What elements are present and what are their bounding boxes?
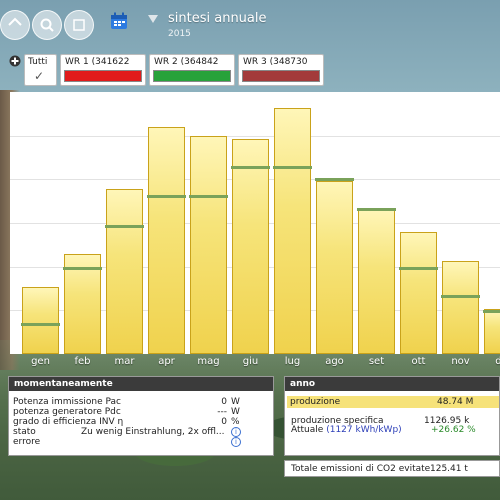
tab-all[interactable]: Tutti ✓ <box>24 54 57 86</box>
grid-line <box>10 135 500 137</box>
current-label: Attuale <box>291 425 324 435</box>
checkmark-icon: ✓ <box>34 69 45 83</box>
x-tick-label: nov <box>451 356 470 367</box>
target-line-apr <box>146 195 186 198</box>
page-title[interactable]: sintesi annuale <box>168 11 267 26</box>
search-icon <box>40 18 54 32</box>
x-tick-label: ago <box>325 356 344 367</box>
x-tick-label: lug <box>284 356 301 367</box>
home-button[interactable] <box>0 10 30 40</box>
current-line: Attuale (1127 kWh/kWp) <box>291 425 402 435</box>
bar-mag[interactable] <box>189 136 227 354</box>
bar-giu[interactable] <box>231 139 269 354</box>
row-unit: % <box>231 417 240 427</box>
bar-mar[interactable] <box>105 189 143 354</box>
year-label: 2015 <box>168 29 191 39</box>
app-root: sintesi annuale 2015 Tutti ✓ WR 1 (34162… <box>0 0 500 500</box>
target-line-nov <box>440 295 480 298</box>
search-button[interactable] <box>32 10 62 40</box>
tab-inverter-3[interactable]: WR 3 (348730 <box>238 54 324 86</box>
row-label: potenza generatore Pdc <box>13 407 121 417</box>
bar-set[interactable] <box>357 209 395 354</box>
target-line-ott <box>398 267 438 270</box>
x-tick-label: gen <box>31 356 50 367</box>
co2-label: Totale emissioni di CO2 evitate <box>291 464 431 474</box>
current-percent-value: +26.62 % <box>431 425 476 435</box>
target-line-lug <box>272 166 312 169</box>
bar-nov[interactable] <box>441 261 479 354</box>
tab-all-label: Tutti <box>28 57 48 67</box>
x-tick-label: set <box>368 356 385 367</box>
current-detail-link[interactable]: (1127 kWh/kWp) <box>326 425 401 435</box>
production-highlight-row: produzione 48.74 M <box>287 396 499 408</box>
co2-panel: Totale emissioni di CO2 evitate 125.41 t <box>284 460 500 477</box>
x-tick-label: dic <box>495 356 500 367</box>
target-line-gen <box>20 323 60 326</box>
bar-lug[interactable] <box>273 108 311 354</box>
production-chart <box>10 92 500 354</box>
bar-dic[interactable] <box>483 309 500 354</box>
bar-apr[interactable] <box>147 127 185 354</box>
info-icon[interactable]: i <box>231 427 241 437</box>
fullscreen-button[interactable] <box>64 10 94 40</box>
x-tick-label: apr <box>158 356 175 367</box>
add-icon[interactable] <box>9 55 21 67</box>
row-label: Potenza immissione Pac <box>13 397 121 407</box>
tab-inverter-label: WR 1 (341622 <box>65 57 130 67</box>
target-line-set <box>356 208 396 211</box>
row-label: stato <box>13 427 36 437</box>
bar-gen[interactable] <box>21 287 59 354</box>
year-summary-panel: anno produzione 48.74 M produzione speci… <box>284 376 500 456</box>
inverter-color-swatch <box>153 70 231 82</box>
target-line-dic <box>482 310 500 313</box>
bar-ago[interactable] <box>315 181 353 354</box>
inverter-color-swatch <box>242 70 320 82</box>
x-tick-label: mar <box>114 356 135 367</box>
target-line-ago <box>314 178 354 181</box>
tab-inverter-2[interactable]: WR 2 (364842 <box>149 54 235 86</box>
x-tick-label: feb <box>74 356 91 367</box>
production-value: 48.74 M <box>437 397 474 407</box>
target-line-mar <box>104 225 144 228</box>
chevron-down-icon[interactable] <box>147 14 159 24</box>
target-line-giu <box>230 166 270 169</box>
current-status-panel: momentaneamente Potenza immissione Pac 0… <box>8 376 274 456</box>
expand-icon <box>73 19 85 31</box>
co2-value: 125.41 t <box>430 464 468 474</box>
bar-ott[interactable] <box>399 232 437 354</box>
status-value: Zu wenig Einstrahlung, 2x offl... <box>81 427 225 437</box>
calendar-icon[interactable] <box>110 12 128 30</box>
tab-inverter-label: WR 3 (348730 <box>243 57 308 67</box>
panel-title: anno <box>285 377 499 391</box>
row-value: 0 <box>221 417 227 427</box>
panel-title: momentaneamente <box>9 377 273 391</box>
row-value: 0 <box>221 397 227 407</box>
row-unit: W <box>231 397 240 407</box>
row-unit: W <box>231 407 240 417</box>
target-line-feb <box>62 267 102 270</box>
tab-inverter-1[interactable]: WR 1 (341622 <box>60 54 146 86</box>
x-tick-label: giu <box>242 356 259 367</box>
home-icon <box>8 17 22 26</box>
production-label: produzione <box>290 397 341 407</box>
row-label: errore <box>13 437 41 447</box>
info-icon[interactable]: i <box>231 437 241 447</box>
x-tick-label: mag <box>197 356 220 367</box>
inverter-color-swatch <box>64 70 142 82</box>
row-label: grado di efficienza INV η <box>13 417 124 427</box>
row-value: --- <box>217 407 227 417</box>
x-tick-label: ott <box>411 356 426 367</box>
top-bar: sintesi annuale 2015 <box>0 0 500 50</box>
tab-inverter-label: WR 2 (364842 <box>154 57 219 67</box>
target-line-mag <box>188 195 228 198</box>
